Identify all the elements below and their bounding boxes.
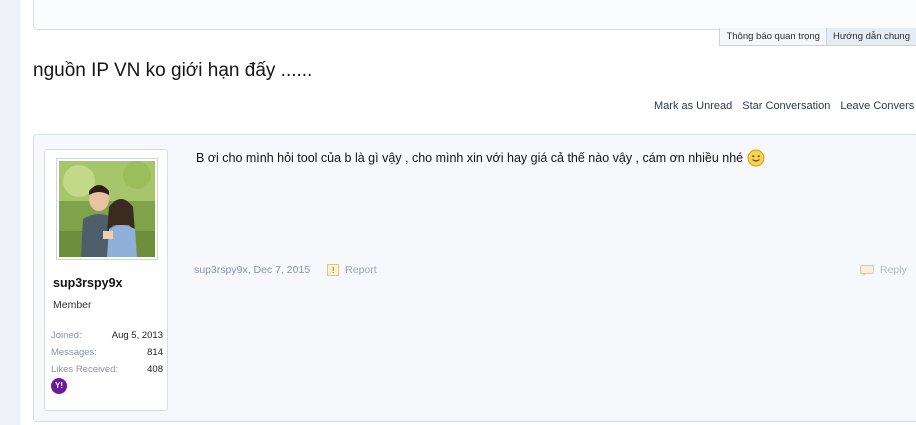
report-button[interactable]: ! Report [327, 264, 377, 276]
report-label: Report [345, 264, 377, 276]
message-body: B ơi cho mình hỏi tool của b là gì vậy ,… [196, 149, 765, 167]
message-post: sup3rspy9x Member Joined: Aug 5, 2013 Me… [33, 134, 916, 422]
speech-bubble-icon [860, 264, 874, 276]
leave-conversation-link[interactable]: Leave Convers [840, 100, 914, 112]
smiley-icon [747, 149, 765, 167]
user-title: Member [53, 299, 92, 311]
stat-label: Joined: [51, 330, 82, 341]
stat-value: Aug 5, 2013 [111, 330, 163, 341]
notice-panel: Thông báo quan trọng Hướng dẫn chung [33, 0, 916, 46]
notice-tabs: Thông báo quan trọng Hướng dẫn chung [719, 28, 916, 46]
reply-label: Reply [880, 264, 907, 276]
avatar-photo [59, 161, 155, 257]
left-sidebar-strip [0, 0, 20, 425]
reply-button[interactable]: Reply [860, 264, 907, 276]
message-text: B ơi cho mình hỏi tool của b là gì vậy ,… [196, 151, 744, 165]
stat-label: Likes Received: [51, 364, 119, 375]
stat-label: Messages: [51, 347, 97, 358]
stat-joined: Joined: Aug 5, 2013 [51, 327, 163, 344]
yahoo-icon[interactable]: Y! [51, 378, 67, 394]
message-meta: sup3rspy9x, Dec 7, 2015 ! Report [194, 264, 377, 276]
user-stats: Joined: Aug 5, 2013 Messages: 814 Likes … [51, 327, 163, 378]
post-author-link[interactable]: sup3rspy9x [194, 264, 248, 276]
tab-general-guide[interactable]: Hướng dẫn chung [826, 28, 916, 46]
stat-value[interactable]: 814 [147, 344, 163, 361]
mark-unread-link[interactable]: Mark as Unread [654, 100, 732, 112]
stat-messages: Messages: 814 [51, 344, 163, 361]
username[interactable]: sup3rspy9x [53, 276, 122, 290]
star-conversation-link[interactable]: Star Conversation [742, 100, 830, 112]
thread-title: nguồn IP VN ko giới hạn đấy ...... [33, 60, 313, 81]
user-card: sup3rspy9x Member Joined: Aug 5, 2013 Me… [44, 149, 168, 411]
tab-important-notices[interactable]: Thông báo quan trọng [719, 28, 827, 46]
stat-value: 408 [147, 364, 163, 375]
stat-likes: Likes Received: 408 [51, 361, 163, 378]
warning-icon: ! [327, 264, 340, 276]
thread-actions: Mark as Unread Star Conversation Leave C… [654, 100, 914, 112]
avatar[interactable] [56, 158, 158, 260]
post-date[interactable]: Dec 7, 2015 [254, 264, 311, 276]
